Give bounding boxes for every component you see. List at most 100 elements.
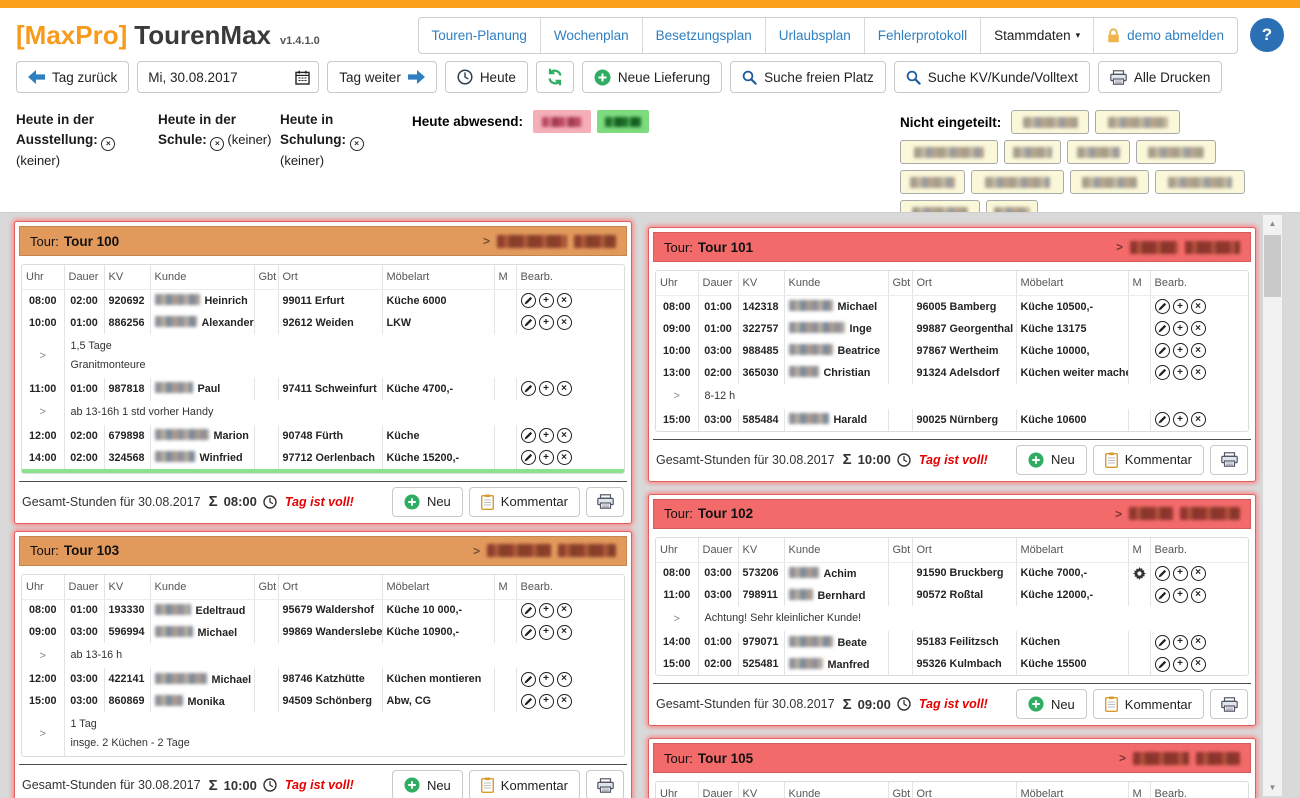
unassigned-pill[interactable] xyxy=(1067,140,1130,164)
delete-icon[interactable]: × xyxy=(1191,412,1206,427)
edit-icon[interactable] xyxy=(1155,343,1170,358)
tour-team[interactable]: > xyxy=(1119,751,1240,765)
add-icon[interactable]: + xyxy=(539,625,554,640)
search-free-slot-button[interactable]: Suche freien Platz xyxy=(730,61,886,93)
add-icon[interactable]: + xyxy=(539,603,554,618)
tour-row[interactable]: 08:0001:00142318Michael96005 BambergKüch… xyxy=(656,296,1248,318)
add-icon[interactable]: + xyxy=(539,315,554,330)
tab-besetzungsplan[interactable]: Besetzungsplan xyxy=(642,18,765,53)
tour-row[interactable]: 14:0001:00979071Beate95183 FeilitzschKüc… xyxy=(656,631,1248,653)
add-icon[interactable]: + xyxy=(539,428,554,443)
unassigned-pill[interactable] xyxy=(1070,170,1149,194)
absent-pill[interactable] xyxy=(533,110,591,133)
delete-icon[interactable]: × xyxy=(1191,343,1206,358)
edit-icon[interactable] xyxy=(521,428,536,443)
edit-icon[interactable] xyxy=(521,381,536,396)
add-icon[interactable]: + xyxy=(539,672,554,687)
neu-button[interactable]: Neu xyxy=(1016,445,1087,475)
tour-row[interactable]: 08:0003:00573206Achim91590 BruckbergKüch… xyxy=(656,562,1248,584)
kommentar-button[interactable]: Kommentar xyxy=(469,487,580,517)
tour-panel-header[interactable]: Tour:Tour 103> xyxy=(19,536,627,566)
tab-touren-planung[interactable]: Touren-Planung xyxy=(419,18,540,53)
kommentar-button[interactable]: Kommentar xyxy=(469,770,580,798)
refresh-button[interactable] xyxy=(536,61,574,93)
tour-team[interactable]: > xyxy=(473,544,616,558)
tour-row[interactable]: 15:0003:00585484Harald90025 NürnbergKüch… xyxy=(656,409,1248,431)
gear-icon[interactable] xyxy=(1133,567,1146,580)
search-kv-button[interactable]: Suche KV/Kunde/Volltext xyxy=(894,61,1090,93)
add-icon[interactable]: + xyxy=(1173,321,1188,336)
tour-panel-header[interactable]: Tour:Tour 102> xyxy=(653,499,1251,529)
unassigned-pill[interactable] xyxy=(1011,110,1089,134)
tour-team[interactable]: > xyxy=(483,234,616,248)
date-value[interactable]: Mi, 30.08.2017 xyxy=(138,70,286,85)
logout-button[interactable]: demo abmelden xyxy=(1093,18,1237,53)
unassigned-pill[interactable] xyxy=(1095,110,1180,134)
edit-icon[interactable] xyxy=(521,625,536,640)
menu-stammdaten[interactable]: Stammdaten ▾ xyxy=(980,18,1093,53)
delete-icon[interactable]: × xyxy=(1191,657,1206,672)
tour-row[interactable]: 13:0002:00365030Christian91324 Adelsdorf… xyxy=(656,362,1248,384)
add-icon[interactable]: + xyxy=(1173,412,1188,427)
delete-icon[interactable]: × xyxy=(1191,588,1206,603)
edit-icon[interactable] xyxy=(1155,566,1170,581)
edit-icon[interactable] xyxy=(1155,635,1170,650)
add-icon[interactable]: + xyxy=(1173,299,1188,314)
edit-icon[interactable] xyxy=(1155,657,1170,672)
edit-icon[interactable] xyxy=(1155,299,1170,314)
note-expand-chevron[interactable]: > xyxy=(22,334,64,378)
print-button[interactable] xyxy=(586,770,624,798)
today-button[interactable]: Heute xyxy=(445,61,528,93)
unassigned-pill[interactable] xyxy=(900,170,965,194)
unassigned-pill[interactable] xyxy=(1136,140,1216,164)
delete-icon[interactable]: × xyxy=(1191,365,1206,380)
kommentar-button[interactable]: Kommentar xyxy=(1093,445,1204,475)
print-button[interactable] xyxy=(586,487,624,517)
add-icon[interactable]: + xyxy=(539,450,554,465)
print-button[interactable] xyxy=(1210,445,1248,475)
new-delivery-button[interactable]: Neue Lieferung xyxy=(582,61,722,93)
edit-icon[interactable] xyxy=(1155,412,1170,427)
date-field[interactable]: Mi, 30.08.2017 xyxy=(137,61,319,93)
tour-panel-header[interactable]: Tour:Tour 101> xyxy=(653,232,1251,262)
tour-team[interactable]: > xyxy=(1115,507,1240,521)
calendar-icon[interactable] xyxy=(286,70,318,85)
scroll-up-arrow[interactable]: ▲ xyxy=(1263,216,1282,231)
tour-row[interactable]: 09:0001:00322757Inge99887 GeorgenthalKüc… xyxy=(656,318,1248,340)
kommentar-button[interactable]: Kommentar xyxy=(1093,689,1204,719)
add-icon[interactable]: + xyxy=(1173,343,1188,358)
tour-row[interactable]: 15:0003:00860869Monika94509 SchönbergAbw… xyxy=(22,690,624,712)
neu-button[interactable]: Neu xyxy=(392,770,463,798)
note-expand-chevron[interactable]: > xyxy=(22,712,64,756)
add-icon[interactable]: + xyxy=(1173,635,1188,650)
delete-icon[interactable]: × xyxy=(557,694,572,709)
delete-icon[interactable]: × xyxy=(557,293,572,308)
tour-row[interactable]: 10:0001:00886256Alexander92612 WeidenLKW… xyxy=(22,312,624,334)
delete-icon[interactable]: × xyxy=(557,428,572,443)
tab-fehlerprotokoll[interactable]: Fehlerprotokoll xyxy=(864,18,980,53)
add-icon[interactable]: + xyxy=(539,381,554,396)
scroll-down-arrow[interactable]: ▼ xyxy=(1263,780,1282,795)
tour-row[interactable]: 08:0001:00193330Edeltraud95679 Waldersho… xyxy=(22,599,624,621)
delete-icon[interactable]: × xyxy=(1191,566,1206,581)
edit-icon[interactable] xyxy=(1155,365,1170,380)
neu-button[interactable]: Neu xyxy=(392,487,463,517)
tour-row[interactable]: 15:0002:00525481Manfred95326 KulmbachKüc… xyxy=(656,653,1248,675)
scrollbar-thumb[interactable] xyxy=(1264,235,1281,297)
tour-row[interactable]: 08:0002:00920692Heinrich99011 ErfurtKüch… xyxy=(22,290,624,312)
edit-icon[interactable] xyxy=(521,694,536,709)
edit-icon[interactable] xyxy=(521,315,536,330)
tour-row[interactable]: 09:0003:00596994Michael99869 Wanderslebe… xyxy=(22,621,624,643)
delete-icon[interactable]: × xyxy=(557,625,572,640)
delete-icon[interactable]: × xyxy=(557,450,572,465)
print-button[interactable] xyxy=(1210,689,1248,719)
absent-pill[interactable] xyxy=(597,110,649,133)
add-icon[interactable]: + xyxy=(1173,365,1188,380)
day-back-button[interactable]: Tag zurück xyxy=(16,61,129,93)
unassigned-pill[interactable] xyxy=(1155,170,1245,194)
add-icon[interactable]: + xyxy=(1173,588,1188,603)
tour-row[interactable]: 11:0003:00798911Bernhard90572 RoßtalKüch… xyxy=(656,584,1248,606)
edit-icon[interactable] xyxy=(521,450,536,465)
edit-icon[interactable] xyxy=(1155,588,1170,603)
unassigned-pill[interactable] xyxy=(1004,140,1061,164)
